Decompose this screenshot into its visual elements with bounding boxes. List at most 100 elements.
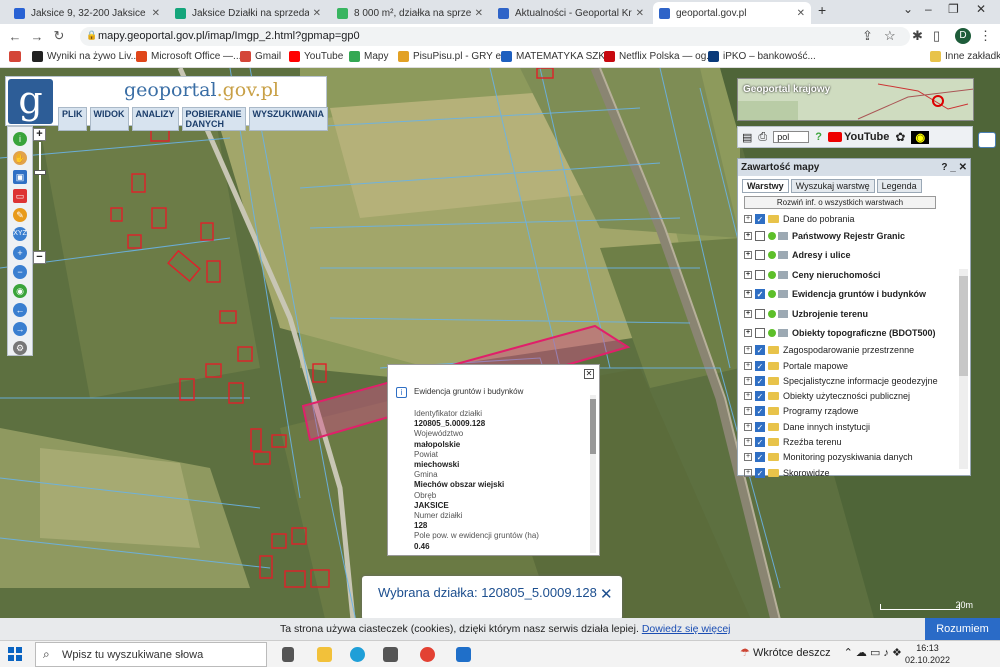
minimize-icon[interactable]: – xyxy=(925,2,932,16)
expand-layer-icon[interactable]: + xyxy=(744,290,752,299)
layer-checkbox[interactable]: ✓ xyxy=(755,391,765,402)
close-tab-icon[interactable]: ✕ xyxy=(313,8,321,19)
layer-item[interactable]: + Obiekty topograficzne (BDOT500) xyxy=(738,323,970,342)
menu-plik[interactable]: PLIK xyxy=(58,107,87,131)
scroll-thumb[interactable] xyxy=(959,276,968,376)
layer-item[interactable]: + ✓ Specjalistyczne informacje geodezyjne xyxy=(738,373,970,388)
bookmark-item[interactable]: Microsoft Office —... xyxy=(136,51,241,62)
weather-icon[interactable]: ☂ xyxy=(740,647,750,659)
bookmark-item[interactable]: Netflix Polska — og... xyxy=(604,51,715,62)
extensions-icon[interactable]: ✱ xyxy=(912,28,923,44)
layer-checkbox[interactable]: ✓ xyxy=(755,289,765,300)
next-view-icon[interactable]: → xyxy=(13,322,27,336)
expand-layer-icon[interactable]: + xyxy=(744,214,752,223)
layer-checkbox[interactable]: ✓ xyxy=(755,452,765,463)
tab-legenda[interactable]: Legenda xyxy=(876,179,922,193)
browser-tab[interactable]: Jaksice 9, 32-200 Jaksice do DK✕ xyxy=(8,2,166,24)
bookmark-item[interactable]: YouTube xyxy=(289,51,343,62)
layer-checkbox[interactable]: ✓ xyxy=(755,213,765,224)
tab-search-icon[interactable]: ⌄ xyxy=(903,2,913,16)
zoom-out-icon[interactable]: − xyxy=(13,265,27,279)
layer-item[interactable]: + ✓ Portale mapowe xyxy=(738,358,970,373)
pan-hand-icon[interactable]: ✋ xyxy=(13,151,27,165)
layer-checkbox[interactable]: ✓ xyxy=(755,406,765,417)
layer-checkbox[interactable] xyxy=(755,308,765,319)
expand-layer-icon[interactable]: + xyxy=(744,407,752,416)
layer-item[interactable]: + Ceny nieruchomości xyxy=(738,265,970,284)
youtube-button[interactable]: YouTube xyxy=(827,131,889,143)
close-tab-icon[interactable]: ✕ xyxy=(797,8,805,19)
close-selection-icon[interactable]: ✕ xyxy=(600,585,613,603)
expand-layer-icon[interactable]: + xyxy=(744,309,752,318)
layer-checkbox[interactable]: ✓ xyxy=(755,360,765,371)
browser-tab[interactable]: 8 000 m², działka na sprzedaż✕ xyxy=(331,2,489,24)
expand-layer-icon[interactable]: + xyxy=(744,328,752,337)
taskbar-search-input[interactable]: ⌕ Wpisz tu wyszukiwane słowa xyxy=(35,642,267,667)
share-icon[interactable]: ⇪ xyxy=(862,28,873,44)
restore-icon[interactable]: ❐ xyxy=(948,2,959,16)
close-window-icon[interactable]: ✕ xyxy=(976,2,986,16)
popup-scrollbar[interactable] xyxy=(590,395,596,553)
layer-checkbox[interactable]: ✓ xyxy=(755,375,765,386)
layer-item[interactable]: + ✓ Skorowidze xyxy=(738,465,970,480)
layer-item[interactable]: + ✓ Programy rządowe xyxy=(738,404,970,419)
expand-layer-icon[interactable]: + xyxy=(744,251,752,260)
expand-layer-icon[interactable]: + xyxy=(744,346,752,355)
tray-icons[interactable]: ⌃ ☁ ▭ ♪ ❖ xyxy=(844,647,902,659)
layer-item[interactable]: + ✓ Dane innych instytucji xyxy=(738,419,970,434)
expand-layer-icon[interactable]: + xyxy=(744,376,752,385)
store-icon[interactable] xyxy=(383,647,398,662)
sidepanel-icon[interactable]: ▯ xyxy=(933,28,940,44)
panel-scrollbar[interactable] xyxy=(959,269,968,469)
layer-item[interactable]: + ✓ Obiekty użyteczności publicznej xyxy=(738,389,970,404)
save-icon[interactable]: ▤ xyxy=(742,131,752,144)
bookmark-item[interactable]: MATEMATYKA SZK... xyxy=(501,51,613,62)
layer-item[interactable]: + Państwowy Rejestr Granic xyxy=(738,226,970,245)
layer-item[interactable]: + ✓ Monitoring pozyskiwania danych xyxy=(738,450,970,465)
expand-layer-icon[interactable]: + xyxy=(744,453,752,462)
expand-layer-icon[interactable]: + xyxy=(744,438,752,447)
panel-controls[interactable]: ? _ ✕ xyxy=(941,162,967,173)
layer-checkbox[interactable]: ✓ xyxy=(755,467,765,478)
geoportal-logo[interactable]: g geoportal.gov.pl PLIK WIDOK ANALIZY PO… xyxy=(5,76,329,131)
edge-icon[interactable] xyxy=(350,647,365,662)
expand-layer-icon[interactable]: + xyxy=(744,392,752,401)
layer-checkbox[interactable] xyxy=(755,250,765,261)
windows-start-icon[interactable] xyxy=(8,647,22,661)
menu-dots-icon[interactable]: ⋮ xyxy=(979,28,992,44)
zoom-plus-button[interactable]: + xyxy=(33,128,46,141)
zoom-in-icon[interactable]: + xyxy=(13,246,27,260)
info-icon[interactable]: i xyxy=(13,132,27,146)
draw-pencil-icon[interactable]: ✎ xyxy=(13,208,27,222)
back-icon[interactable]: ← xyxy=(4,29,26,44)
zoom-handle[interactable] xyxy=(34,170,46,175)
clock[interactable]: 16:13 02.10.2022 xyxy=(905,642,950,666)
zoom-slider[interactable]: + − xyxy=(33,128,47,264)
layer-item[interactable]: + ✓ Ewidencja gruntów i budynków xyxy=(738,284,970,303)
contrast-eye-icon[interactable]: ◉ xyxy=(911,130,930,144)
close-tab-icon[interactable]: ✕ xyxy=(152,8,160,19)
menu-pobieranie-danych[interactable]: POBIERANIE DANYCH xyxy=(181,107,246,131)
accept-cookies-button[interactable]: Rozumiem xyxy=(925,618,1000,640)
tab-wyszukaj-warstwe[interactable]: Wyszukaj warstwę xyxy=(790,179,875,193)
settings-icon[interactable]: ⚙ xyxy=(13,341,27,355)
layer-item[interactable]: + Adresy i ulice xyxy=(738,246,970,265)
expand-layer-icon[interactable]: + xyxy=(744,270,752,279)
menu-widok[interactable]: WIDOK xyxy=(89,107,129,131)
layer-checkbox[interactable] xyxy=(755,230,765,241)
layer-checkbox[interactable] xyxy=(755,327,765,338)
zoom-track[interactable] xyxy=(34,142,46,250)
accessibility-icon[interactable]: ✿ xyxy=(895,130,905,144)
layer-item[interactable]: + ✓ Zagospodarowanie przestrzenne xyxy=(738,343,970,358)
browser-tab[interactable]: Aktualności - Geoportal Krajowy✕ xyxy=(492,2,650,24)
previous-view-icon[interactable]: ← xyxy=(13,303,27,317)
language-select[interactable]: pol xyxy=(773,131,810,143)
menu-wyszukiwania[interactable]: WYSZUKIWANIA xyxy=(248,107,329,131)
expand-layer-icon[interactable]: + xyxy=(744,231,752,240)
zoom-minus-button[interactable]: − xyxy=(33,251,46,264)
popup-scroll-thumb[interactable] xyxy=(590,399,596,454)
expand-all-layers-button[interactable]: Rozwiń inf. o wszystkich warstwach xyxy=(744,196,936,209)
expand-layer-icon[interactable]: + xyxy=(744,468,752,477)
bookmark-item[interactable]: iPKO – bankowość... xyxy=(708,51,816,62)
forward-icon[interactable]: → xyxy=(26,29,48,44)
